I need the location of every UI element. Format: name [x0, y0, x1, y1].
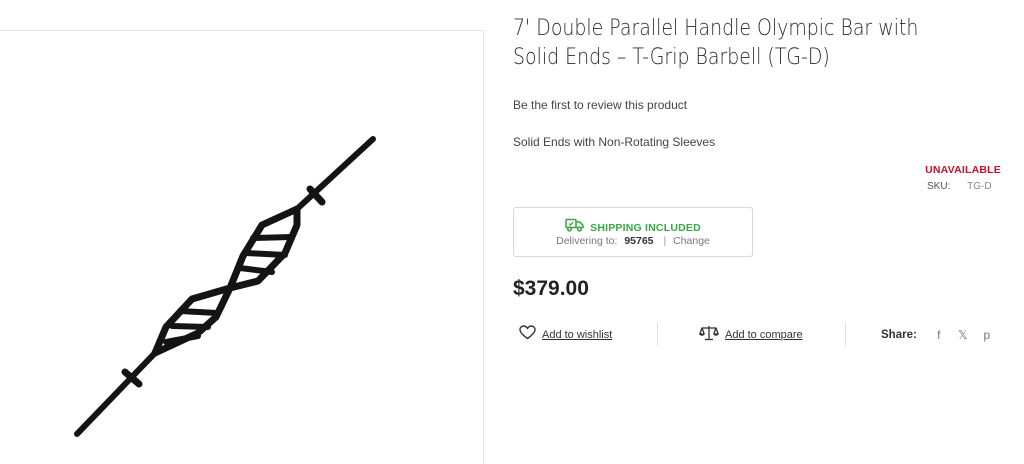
sku-label: SKU:	[927, 181, 951, 192]
pinterest-icon[interactable]: p	[981, 328, 993, 342]
double-parallel-handle-bar-image	[74, 136, 376, 437]
heart-icon	[519, 325, 536, 345]
product-title: 7' Double Parallel Handle Olympic Bar wi…	[513, 14, 960, 72]
change-zip-link[interactable]: Change	[673, 235, 710, 247]
stock-status-badge: UNAVAILABLE	[925, 164, 1001, 176]
product-image-gallery[interactable]	[0, 30, 484, 464]
delivery-zip-code: 95765	[624, 235, 654, 247]
product-title-line-2: Solid Ends – T-Grip Barbell (TG-D)	[513, 45, 830, 70]
review-link[interactable]: Be the first to review this product	[513, 98, 687, 112]
add-to-wishlist-button[interactable]: Add to wishlist	[519, 322, 612, 348]
product-price: $379.00	[513, 277, 589, 300]
product-title-line-1: 7' Double Parallel Handle Olympic Bar wi…	[513, 16, 919, 41]
sku: SKU: TG-D	[927, 181, 992, 192]
x-icon[interactable]: 𝕏	[957, 328, 969, 342]
product-actions: Add to wishlist Add to compare Share: f …	[513, 322, 1013, 348]
shipping-included-label: SHIPPING INCLUDED	[590, 221, 701, 234]
facebook-icon[interactable]: f	[933, 328, 945, 342]
share-bar: Share: f 𝕏 p	[881, 322, 993, 348]
divider	[657, 322, 658, 346]
delivering-to-label: Delivering to:	[556, 235, 618, 247]
shipping-info-box: SHIPPING INCLUDED Delivering to: 95765 |…	[513, 207, 753, 257]
sku-value: TG-D	[967, 181, 992, 192]
compare-label: Add to compare	[725, 329, 803, 341]
add-to-compare-button[interactable]: Add to compare	[699, 322, 803, 348]
product-info: 7' Double Parallel Handle Olympic Bar wi…	[513, 0, 1024, 464]
share-label: Share:	[881, 329, 917, 341]
divider	[845, 322, 846, 346]
separator: |	[663, 235, 667, 247]
wishlist-label: Add to wishlist	[542, 329, 613, 341]
short-description: Solid Ends with Non-Rotating Sleeves	[513, 135, 716, 149]
scale-compare-icon	[699, 325, 719, 346]
